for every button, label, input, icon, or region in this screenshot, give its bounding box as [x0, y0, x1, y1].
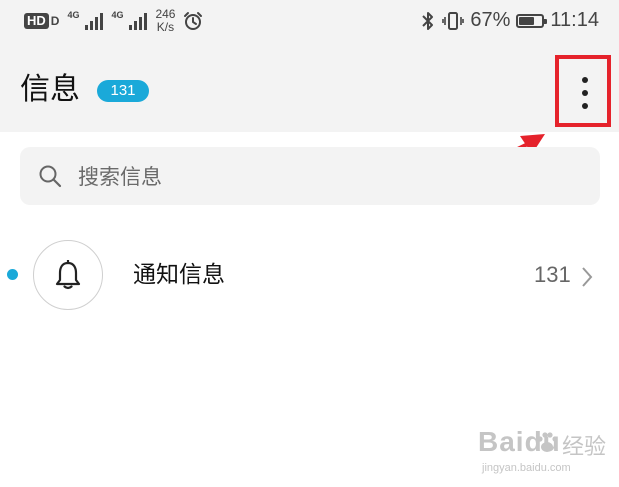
- search-bar[interactable]: [20, 147, 600, 205]
- vibrate-icon: [442, 11, 465, 30]
- watermark: Baidu 经验 jingyan.baidu.com: [478, 426, 608, 482]
- watermark-url: jingyan.baidu.com: [482, 462, 571, 474]
- search-icon: [39, 165, 62, 188]
- conversation-count: 131: [534, 262, 571, 287]
- app-header: 信息 131: [0, 44, 619, 132]
- conversation-title: 通知信息: [133, 262, 225, 288]
- hd-suffix: D: [50, 14, 60, 28]
- chevron-right-icon: [582, 267, 593, 287]
- alarm-icon: [184, 12, 203, 30]
- battery-fill: [519, 16, 535, 25]
- signal-icon-2: 4G: [111, 10, 148, 32]
- network-gen-label-2: 4G: [111, 10, 124, 20]
- bluetooth-icon: [422, 11, 434, 30]
- unread-dot-icon: [7, 269, 18, 280]
- speed-unit: K/s: [156, 20, 175, 34]
- network-speed: 246 K/s: [155, 8, 175, 34]
- signal-icon: 4G: [67, 10, 104, 32]
- network-gen-label: 4G: [67, 10, 80, 20]
- clock-time: 11:14: [550, 9, 599, 31]
- more-vertical-icon: [582, 77, 588, 83]
- more-options-button[interactable]: [555, 55, 611, 127]
- search-input[interactable]: [76, 157, 580, 197]
- avatar: [33, 240, 103, 310]
- battery-icon: [516, 13, 548, 28]
- status-bar: HD D 4G 4G 246 K/s 67% 11:14: [0, 0, 619, 44]
- page-title: 信息: [20, 72, 80, 107]
- bell-icon: [55, 260, 81, 290]
- status-right: 67% 11:14: [420, 9, 599, 32]
- conversation-row-notifications[interactable]: 通知信息 131: [0, 238, 619, 312]
- unread-count-badge: 131: [97, 80, 149, 102]
- watermark-cn: 经验: [562, 435, 607, 460]
- status-left: HD D 4G 4G 246 K/s: [24, 8, 203, 34]
- battery-percent: 67%: [470, 9, 511, 31]
- paw-icon: [537, 432, 558, 452]
- hd-voice-icon: HD: [24, 13, 49, 29]
